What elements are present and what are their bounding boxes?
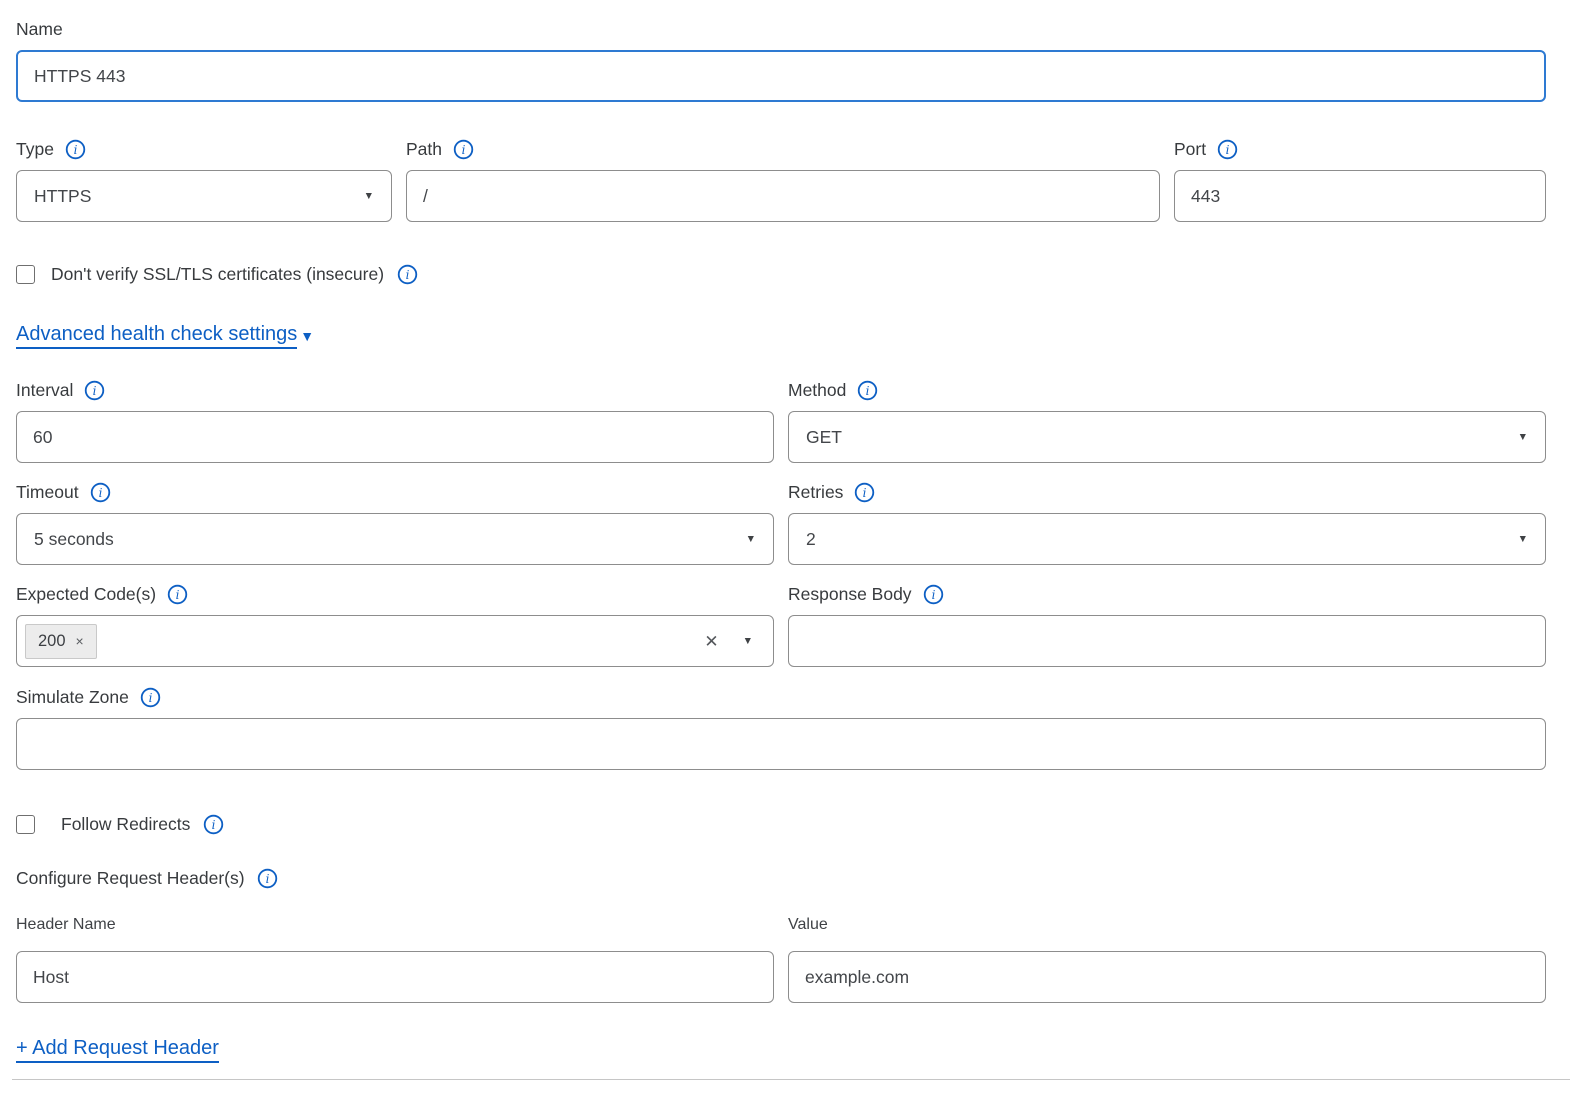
path-label: Path — [406, 138, 442, 160]
add-request-header-link[interactable]: + Add Request Header — [16, 1036, 219, 1063]
response-body-field-group: Response Body i — [788, 583, 1546, 667]
code-tag: 200 × — [25, 624, 97, 659]
type-select[interactable]: HTTPS ▼ — [16, 170, 392, 222]
svg-text:i: i — [866, 383, 870, 397]
svg-text:i: i — [1226, 142, 1230, 156]
timeout-label: Timeout — [16, 481, 79, 503]
ssl-verify-checkbox-row: Don't verify SSL/TLS certificates (insec… — [16, 264, 1546, 285]
chevron-down-icon: ▼ — [746, 534, 756, 545]
simulate-zone-field-group: Simulate Zone i — [16, 686, 1546, 770]
port-field-group: Port i — [1174, 138, 1546, 222]
interval-input[interactable] — [16, 411, 774, 463]
svg-text:i: i — [212, 818, 216, 832]
chevron-down-icon: ▼ — [300, 329, 314, 343]
svg-text:i: i — [93, 383, 97, 397]
request-header-row: Header Name Value — [16, 915, 1546, 1003]
expected-codes-label: Expected Code(s) — [16, 583, 156, 605]
follow-redirects-label: Follow Redirects — [61, 814, 190, 835]
section-divider — [12, 1079, 1570, 1080]
method-label: Method — [788, 379, 846, 401]
svg-text:i: i — [176, 587, 180, 601]
info-icon[interactable]: i — [854, 482, 875, 503]
info-icon[interactable]: i — [167, 584, 188, 605]
type-label: Type — [16, 138, 54, 160]
header-value-field-group: Value — [788, 915, 1546, 1003]
info-icon[interactable]: i — [857, 380, 878, 401]
retries-select-value: 2 — [806, 529, 816, 550]
simulate-zone-label: Simulate Zone — [16, 686, 129, 708]
retries-select[interactable]: 2 ▼ — [788, 513, 1546, 565]
info-icon[interactable]: i — [140, 687, 161, 708]
type-path-port-row: Type i HTTPS ▼ Path i Port — [16, 138, 1546, 222]
simulate-zone-input[interactable] — [16, 718, 1546, 770]
interval-method-row: Interval i Method i GET ▼ — [16, 379, 1546, 463]
health-check-form: Name Type i HTTPS ▼ Path i — [0, 0, 1570, 1080]
response-body-label: Response Body — [788, 583, 912, 605]
timeout-select-value: 5 seconds — [34, 529, 114, 550]
svg-text:i: i — [863, 485, 867, 499]
svg-text:i: i — [265, 871, 269, 885]
header-value-column-label: Value — [788, 915, 1546, 935]
name-label: Name — [16, 18, 63, 40]
method-field-group: Method i GET ▼ — [788, 379, 1546, 463]
header-value-input[interactable] — [788, 951, 1546, 1003]
follow-redirects-row: Follow Redirects i — [16, 814, 1546, 835]
header-name-field-group: Header Name — [16, 915, 774, 1003]
expected-codes-field-group: Expected Code(s) i 200 × ✕ ▼ — [16, 583, 774, 667]
info-icon[interactable]: i — [453, 139, 474, 160]
info-icon[interactable]: i — [84, 380, 105, 401]
method-select-value: GET — [806, 427, 842, 448]
svg-text:i: i — [74, 142, 78, 156]
chevron-down-icon: ▼ — [1518, 534, 1528, 545]
svg-text:i: i — [98, 485, 102, 499]
info-icon[interactable]: i — [257, 868, 278, 889]
type-field-group: Type i HTTPS ▼ — [16, 138, 392, 222]
retries-field-group: Retries i 2 ▼ — [788, 481, 1546, 565]
ssl-verify-label: Don't verify SSL/TLS certificates (insec… — [51, 264, 384, 285]
info-icon[interactable]: i — [1217, 139, 1238, 160]
clear-all-icon[interactable]: ✕ — [704, 633, 718, 650]
method-select[interactable]: GET ▼ — [788, 411, 1546, 463]
svg-text:i: i — [462, 142, 466, 156]
interval-label: Interval — [16, 379, 73, 401]
svg-text:i: i — [148, 690, 152, 704]
port-label: Port — [1174, 138, 1206, 160]
retries-label: Retries — [788, 481, 843, 503]
svg-text:i: i — [406, 268, 410, 282]
remove-tag-icon[interactable]: × — [76, 634, 84, 648]
chevron-down-icon: ▼ — [1518, 432, 1528, 443]
code-tag-value: 200 — [38, 632, 66, 651]
info-icon[interactable]: i — [923, 584, 944, 605]
info-icon[interactable]: i — [90, 482, 111, 503]
request-headers-section: Configure Request Header(s) i — [16, 867, 1546, 889]
response-body-input[interactable] — [788, 615, 1546, 667]
advanced-settings-link[interactable]: Advanced health check settings — [16, 322, 297, 349]
follow-redirects-checkbox[interactable] — [16, 815, 35, 834]
svg-text:i: i — [931, 587, 935, 601]
name-field-group: Name — [16, 18, 1546, 102]
type-select-value: HTTPS — [34, 186, 91, 207]
info-icon[interactable]: i — [65, 139, 86, 160]
info-icon[interactable]: i — [203, 814, 224, 835]
timeout-retries-row: Timeout i 5 seconds ▼ Retries i 2 ▼ — [16, 481, 1546, 565]
request-headers-section-label: Configure Request Header(s) — [16, 867, 245, 889]
name-input[interactable] — [16, 50, 1546, 102]
advanced-settings-row: Advanced health check settings ▼ — [16, 322, 1546, 349]
timeout-select[interactable]: 5 seconds ▼ — [16, 513, 774, 565]
chevron-down-icon[interactable]: ▼ — [743, 636, 753, 647]
path-field-group: Path i — [406, 138, 1160, 222]
port-input[interactable] — [1174, 170, 1546, 222]
add-header-row: + Add Request Header — [16, 1036, 1546, 1063]
interval-field-group: Interval i — [16, 379, 774, 463]
expected-codes-multiselect[interactable]: 200 × ✕ ▼ — [16, 615, 774, 667]
info-icon[interactable]: i — [397, 264, 418, 285]
codes-body-row: Expected Code(s) i 200 × ✕ ▼ Response Bo… — [16, 583, 1546, 667]
timeout-field-group: Timeout i 5 seconds ▼ — [16, 481, 774, 565]
header-name-column-label: Header Name — [16, 915, 774, 935]
chevron-down-icon: ▼ — [364, 191, 374, 202]
header-name-input[interactable] — [16, 951, 774, 1003]
ssl-verify-checkbox[interactable] — [16, 265, 35, 284]
path-input[interactable] — [406, 170, 1160, 222]
